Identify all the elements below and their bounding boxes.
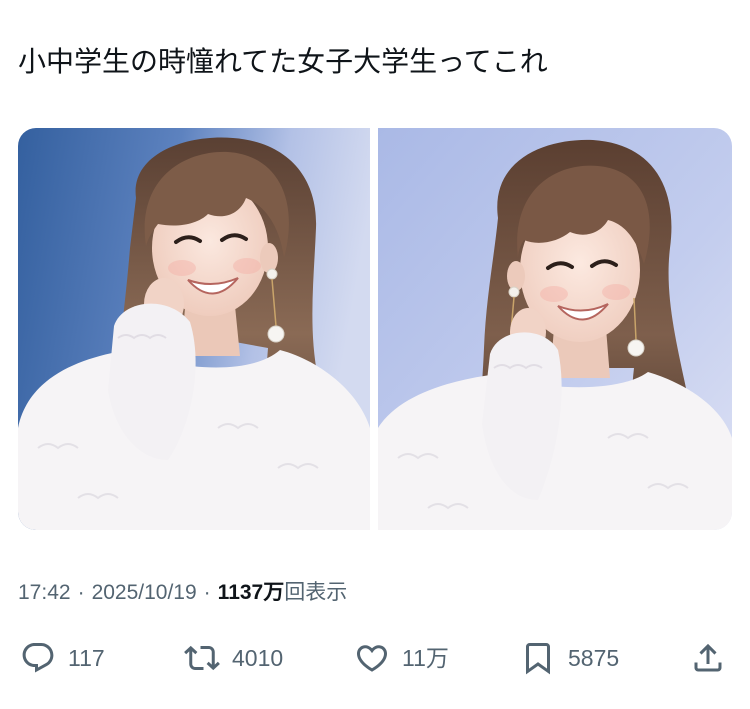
tweet-text: 小中学生の時憧れてた女子大学生ってこれ <box>18 46 548 77</box>
like-count: 11万 <box>402 645 449 671</box>
reply-count: 117 <box>68 645 105 671</box>
bookmark-count: 5875 <box>568 645 620 671</box>
like-icon <box>354 640 390 676</box>
media-grid <box>18 128 732 530</box>
retweet-button[interactable]: 4010 <box>184 638 283 678</box>
tweet-date[interactable]: 2025/10/19 <box>92 581 197 604</box>
bookmark-icon <box>520 640 556 676</box>
retweet-icon <box>184 640 220 676</box>
tweet-time[interactable]: 17:42 <box>18 581 71 604</box>
views-count[interactable]: 1137万 <box>218 581 285 604</box>
tweet-meta: 17:42 · 2025/10/19 · 1137万回表示 <box>18 578 347 608</box>
like-button[interactable]: 11万 <box>354 638 449 678</box>
share-button[interactable] <box>690 638 726 678</box>
photo-right-image <box>378 128 732 530</box>
retweet-count: 4010 <box>232 645 284 671</box>
reply-button[interactable]: 117 <box>20 638 105 678</box>
share-icon <box>690 640 726 676</box>
views-label: 回表示 <box>284 581 348 604</box>
photo-left[interactable] <box>18 128 370 530</box>
bookmark-button[interactable]: 5875 <box>520 638 619 678</box>
meta-separator: · <box>203 581 211 604</box>
meta-separator: · <box>77 581 85 604</box>
reply-icon <box>20 640 56 676</box>
photo-left-image <box>18 128 370 530</box>
photo-right[interactable] <box>378 128 732 530</box>
